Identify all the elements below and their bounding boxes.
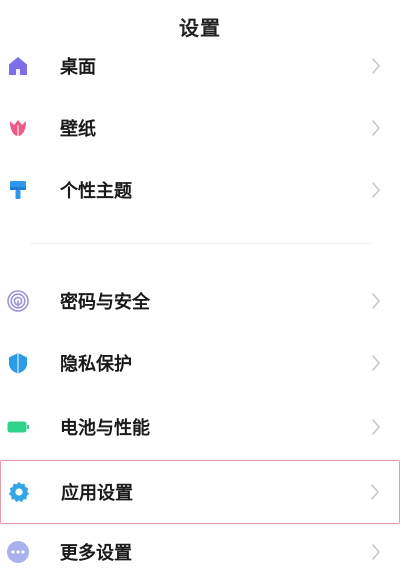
chevron-right-icon bbox=[370, 543, 382, 561]
gear-icon bbox=[7, 480, 31, 504]
chevron-right-icon bbox=[370, 57, 382, 75]
fingerprint-icon bbox=[6, 289, 30, 313]
settings-item-password-security[interactable]: 密码与安全 bbox=[0, 271, 400, 331]
tulip-icon bbox=[6, 116, 30, 140]
chevron-right-icon bbox=[370, 418, 382, 436]
settings-item-theme[interactable]: 个性主题 bbox=[0, 160, 400, 220]
chevron-right-icon bbox=[369, 483, 381, 501]
settings-item-label: 隐私保护 bbox=[60, 354, 132, 375]
settings-item-label: 电池与性能 bbox=[60, 418, 150, 439]
settings-item-label: 桌面 bbox=[60, 57, 96, 78]
section-divider bbox=[30, 243, 372, 244]
battery-icon bbox=[6, 415, 30, 439]
settings-item-label: 壁纸 bbox=[60, 119, 96, 140]
settings-item-more-settings[interactable]: 更多设置 bbox=[0, 522, 400, 582]
settings-item-desktop[interactable]: 桌面 bbox=[0, 36, 400, 96]
home-icon bbox=[6, 54, 30, 78]
settings-list: 桌面 壁纸 个性主题 密码与安全 隐私保护 电池与性能 应用设置 更多设置 bbox=[0, 0, 400, 584]
settings-item-label: 个性主题 bbox=[60, 181, 132, 202]
settings-item-app-settings[interactable]: 应用设置 bbox=[0, 460, 400, 524]
paint-brush-icon bbox=[6, 178, 30, 202]
settings-item-label: 更多设置 bbox=[60, 543, 132, 564]
shield-icon bbox=[6, 351, 30, 375]
settings-item-wallpaper[interactable]: 壁纸 bbox=[0, 98, 400, 158]
chevron-right-icon bbox=[370, 292, 382, 310]
settings-item-battery-performance[interactable]: 电池与性能 bbox=[0, 397, 400, 457]
chevron-right-icon bbox=[370, 181, 382, 199]
settings-item-privacy[interactable]: 隐私保护 bbox=[0, 333, 400, 393]
chevron-right-icon bbox=[370, 354, 382, 372]
settings-item-label: 密码与安全 bbox=[60, 292, 150, 313]
chevron-right-icon bbox=[370, 119, 382, 137]
more-dots-icon bbox=[6, 540, 30, 564]
settings-item-label: 应用设置 bbox=[61, 483, 133, 504]
